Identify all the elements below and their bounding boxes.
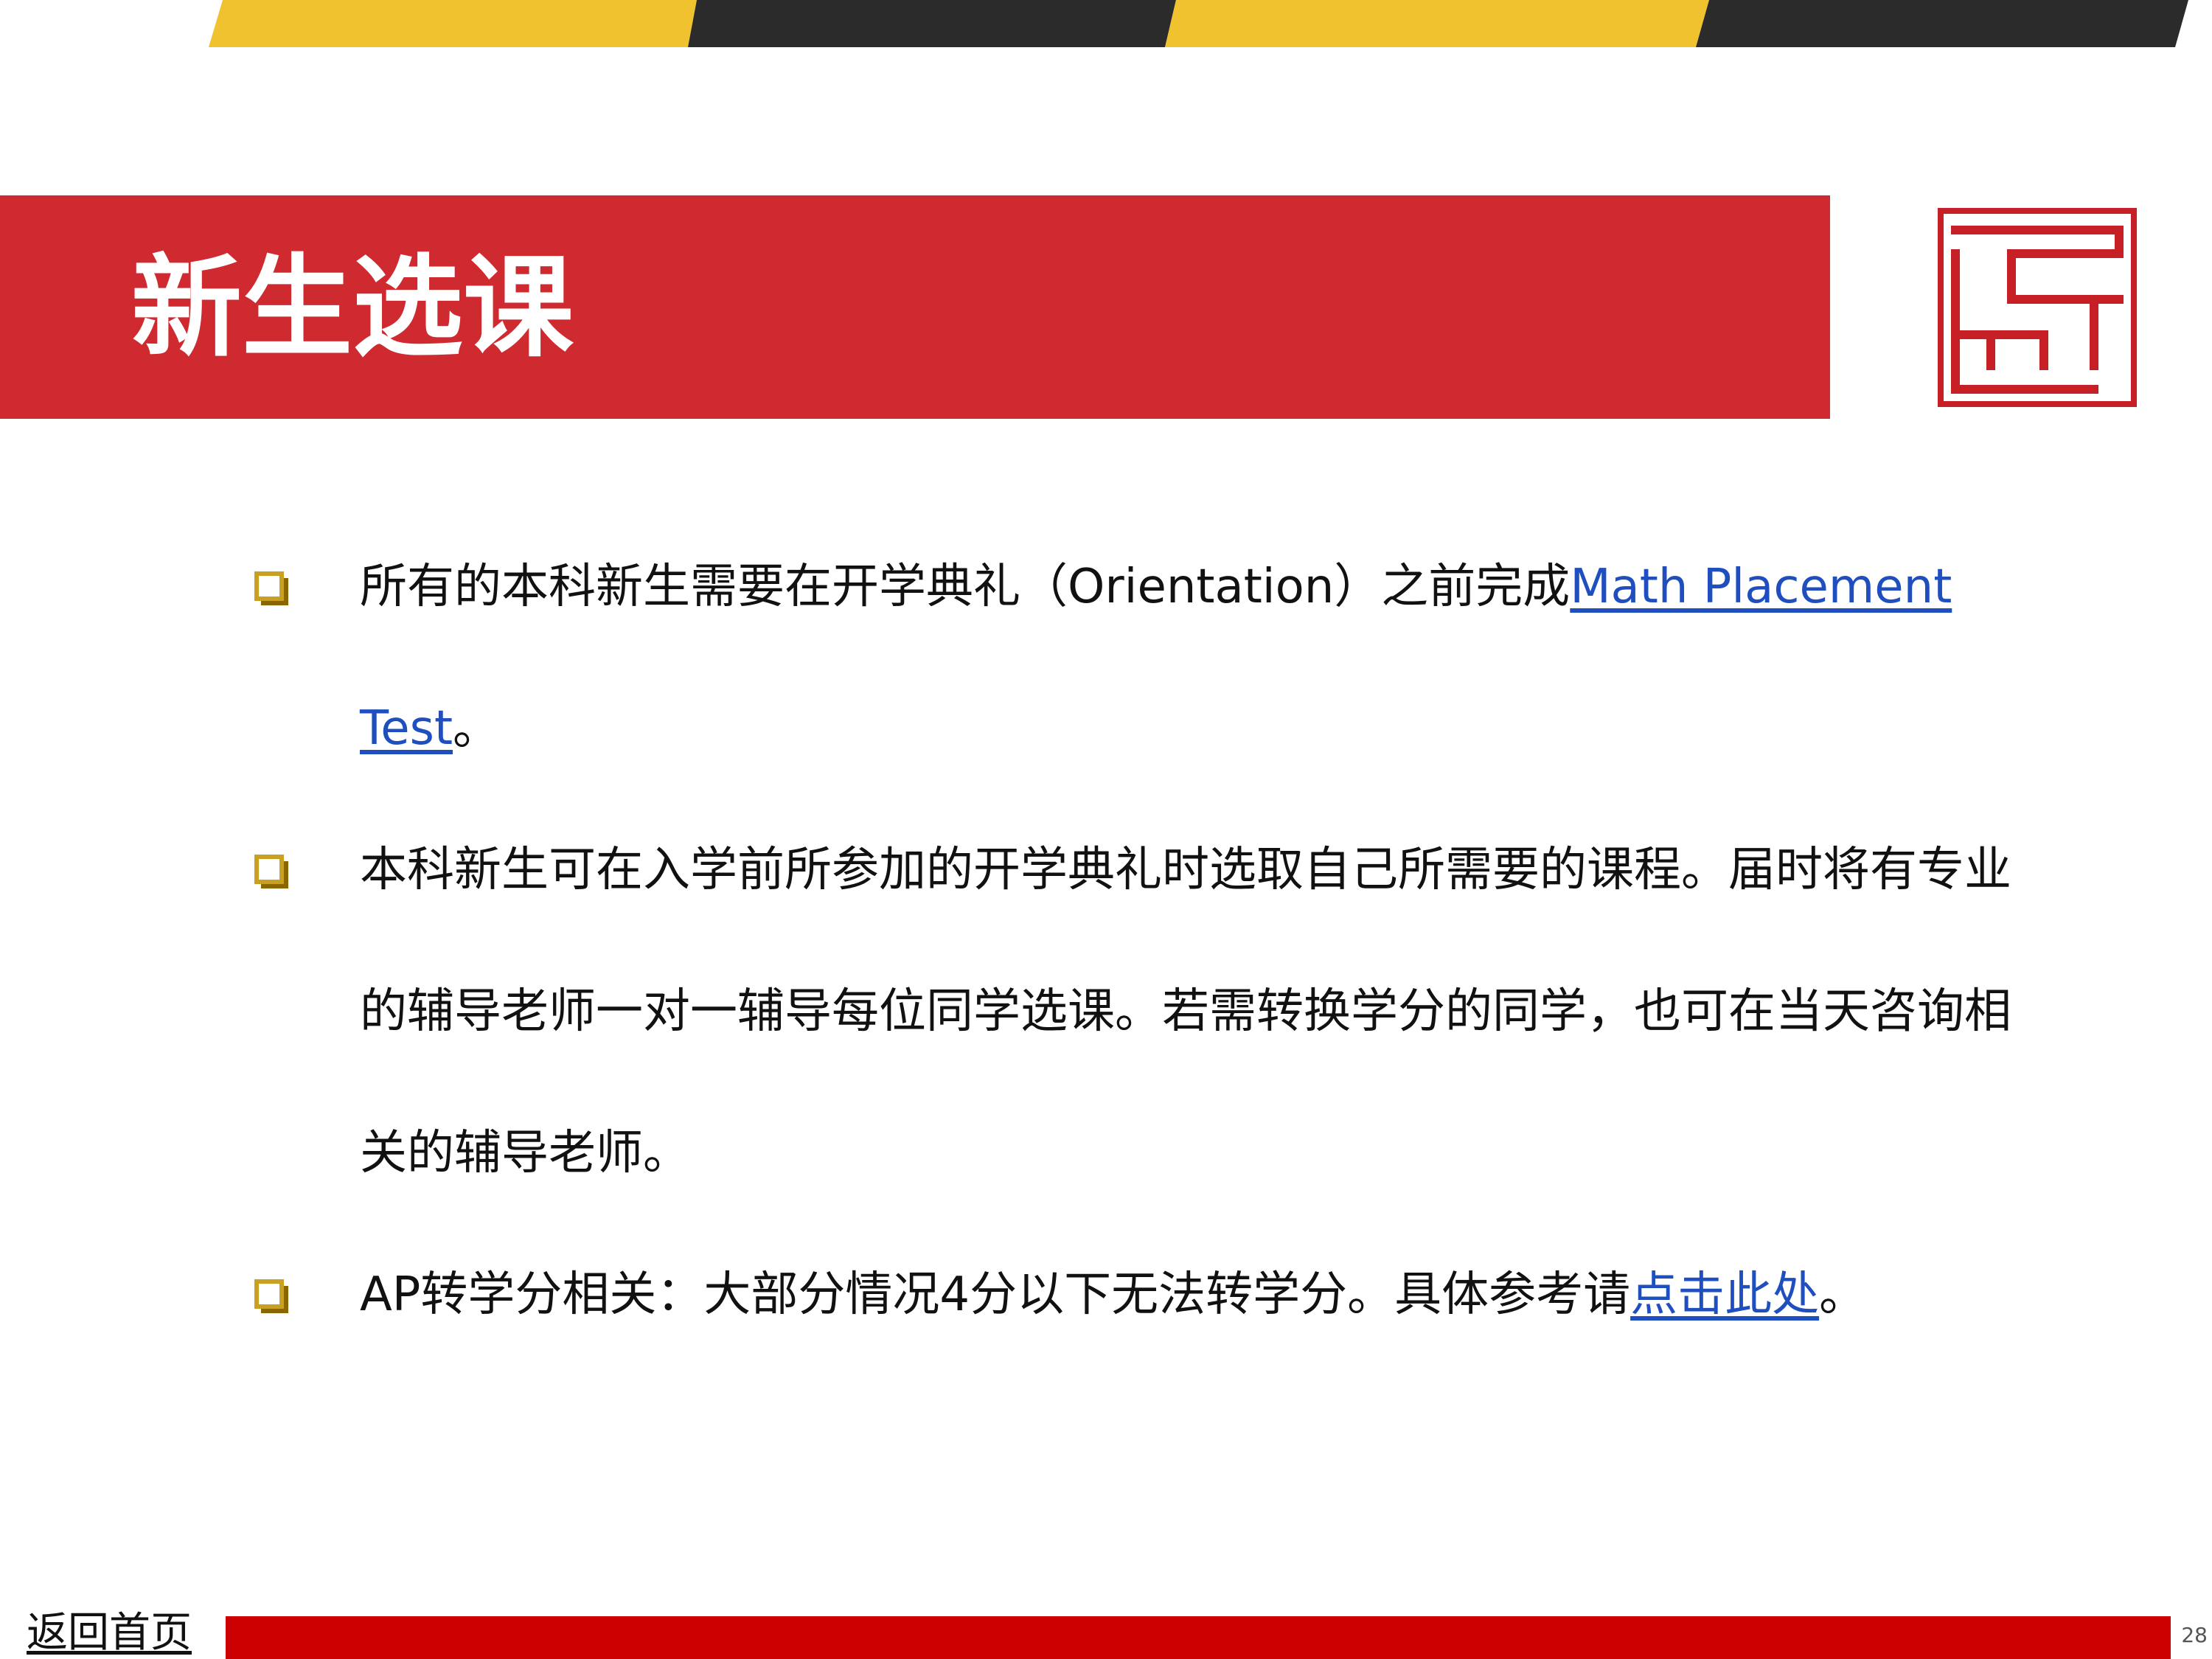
footer-bar (226, 1616, 2171, 1659)
top-stripe-dark-2 (1696, 0, 2188, 47)
bullet-main-text: AP转学分相关：大部分情况4分以下无法转学分。具体参考请 (360, 1267, 1631, 1322)
page-title: 新生选课 (131, 244, 574, 372)
click-here-link[interactable]: 点击此处 (1630, 1267, 1819, 1322)
top-decorative-stripe (209, 0, 2188, 47)
bullet-text: AP转学分相关：大部分情况4分以下无法转学分。具体参考请点击此处。 (360, 1224, 2048, 1366)
back-to-home-link[interactable]: 返回首页 (27, 1607, 192, 1659)
bullet-item: 本科新生可在入学前所参加的开学典礼时选取自己所需要的课程。届时将有专业的辅导老师… (251, 799, 2020, 1224)
slide-page: 新生选课 所有的本科新生需要在开学典礼（Orientation）之前完成Math… (0, 0, 2212, 1659)
top-stripe-yellow-1 (209, 0, 697, 47)
square-checkbox-icon (254, 1279, 288, 1313)
bullet-list: 所有的本科新生需要在开学典礼（Orientation）之前完成Math Plac… (251, 516, 2020, 1366)
bullet-suffix: 。 (1819, 1267, 1867, 1322)
top-stripe-dark-1 (688, 0, 1176, 47)
top-stripe-yellow-2 (1165, 0, 1709, 47)
square-checkbox-icon (254, 571, 288, 605)
bullet-text: 所有的本科新生需要在开学典礼（Orientation）之前完成Math Plac… (360, 516, 2048, 799)
bullet-item: AP转学分相关：大部分情况4分以下无法转学分。具体参考请点击此处。 (251, 1224, 2020, 1366)
bullet-main-text: 所有的本科新生需要在开学典礼（Orientation）之前完成 (360, 560, 1571, 614)
bullet-text: 本科新生可在入学前所参加的开学典礼时选取自己所需要的课程。届时将有专业的辅导老师… (360, 843, 2011, 1180)
bullet-suffix: 。 (453, 701, 501, 756)
page-number: 28 (2181, 1623, 2208, 1647)
red-square-seal-icon (1938, 208, 2137, 407)
bullet-item: 所有的本科新生需要在开学典礼（Orientation）之前完成Math Plac… (251, 516, 2020, 799)
square-checkbox-icon (254, 855, 288, 888)
